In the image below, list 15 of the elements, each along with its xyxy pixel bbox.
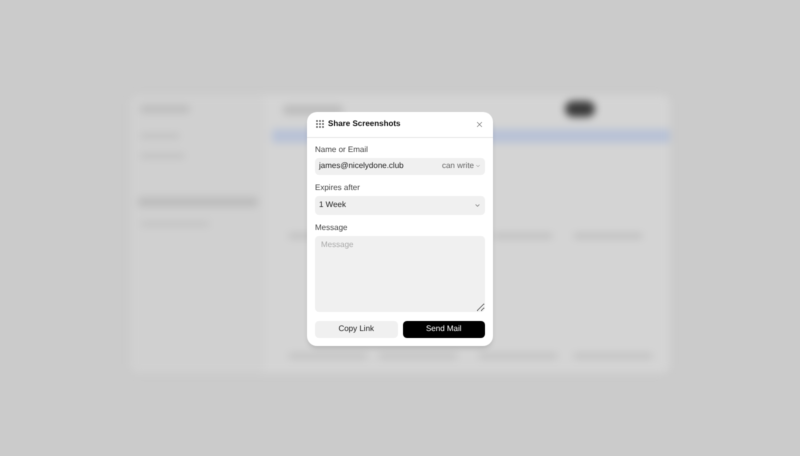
email-value: james@nicelydone.club [319,162,404,170]
permission-dropdown[interactable]: can write [442,162,481,170]
field-label: Name or Email [315,146,369,154]
field-label: Expires after [315,184,361,192]
dialog-title: Share Screenshots [328,120,400,128]
email-field[interactable]: james@nicelydone.club can write [315,158,485,174]
chevron-down-icon [475,163,481,169]
field-label: Message [315,224,348,232]
close-icon[interactable] [475,120,484,128]
expiry-select[interactable]: 1 Week [315,196,485,214]
grid-icon [316,120,324,128]
message-field[interactable]: Message [315,236,485,312]
chevron-down-icon [474,202,481,208]
send-button[interactable]: Send Mail [402,320,485,338]
copy-button[interactable]: Copy Link [315,320,398,338]
